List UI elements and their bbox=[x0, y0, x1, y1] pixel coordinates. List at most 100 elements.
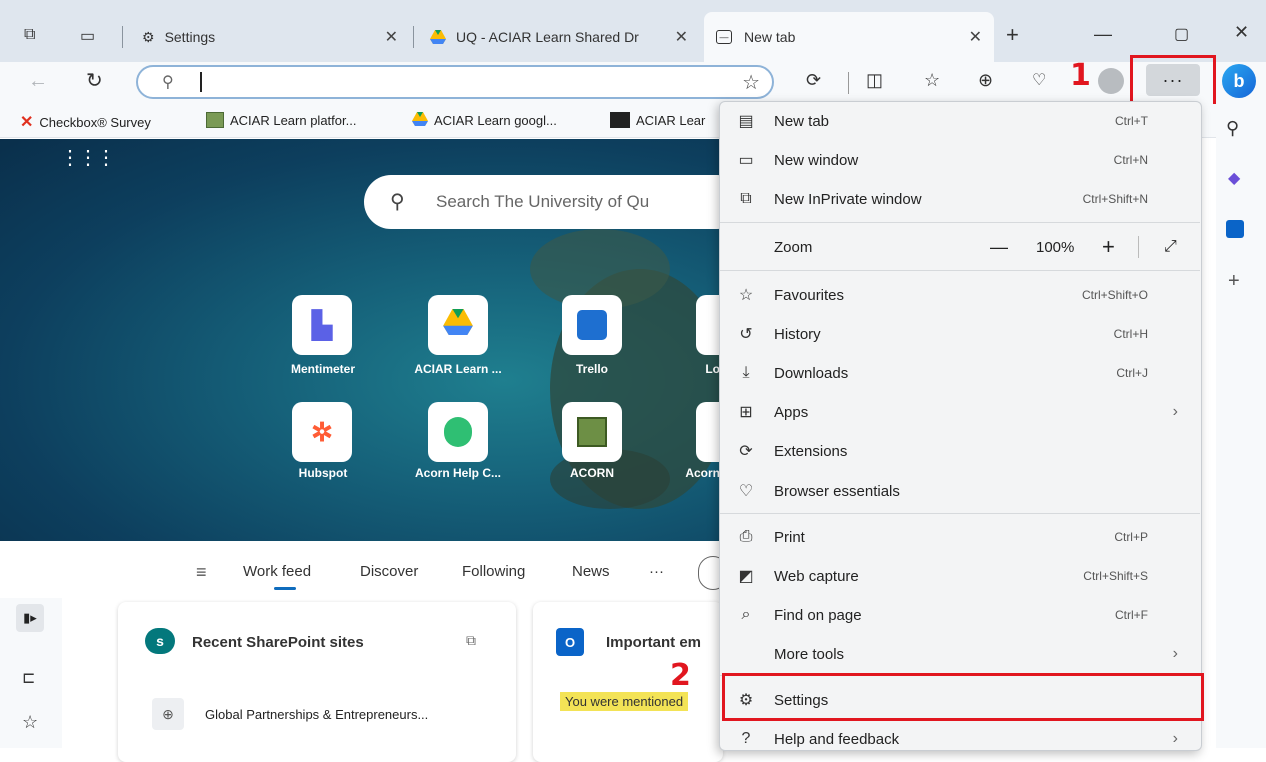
minimize-icon[interactable]: — bbox=[1094, 24, 1112, 45]
apps-launcher-icon[interactable]: ⋮⋮⋮ bbox=[60, 148, 116, 168]
favourite-aciar-learn[interactable]: ACIAR Lear bbox=[610, 112, 705, 128]
menu-label: New InPrivate window bbox=[774, 190, 922, 208]
tile-label: ACIAR Learn ... bbox=[414, 362, 502, 376]
star-icon[interactable]: ☆ bbox=[22, 712, 38, 733]
close-tab-icon[interactable]: ✕ bbox=[385, 27, 398, 47]
tile-partial[interactable] bbox=[696, 402, 720, 462]
maximize-icon[interactable]: ▢ bbox=[1174, 24, 1189, 44]
feed-tab-following[interactable]: Following bbox=[462, 563, 525, 580]
close-tab-icon[interactable]: ✕ bbox=[969, 27, 982, 47]
tile-aciar-learn[interactable] bbox=[428, 295, 488, 355]
close-tab-icon[interactable]: ✕ bbox=[675, 27, 688, 47]
google-drive-icon bbox=[412, 112, 428, 129]
menu-item-history[interactable]: ↺ History Ctrl+H bbox=[720, 315, 1200, 353]
tab-separator bbox=[413, 26, 414, 48]
feed-tab-news[interactable]: News bbox=[572, 563, 610, 580]
feed-icon[interactable]: ▮▸ bbox=[16, 604, 44, 632]
feed-tab-discover[interactable]: Discover bbox=[360, 563, 418, 580]
copilot-icon[interactable]: ◆ bbox=[1228, 168, 1240, 188]
bing-chat-icon[interactable]: b bbox=[1222, 64, 1256, 98]
tile-label: Acorn Help C... bbox=[414, 466, 501, 480]
favourite-label: ACIAR Learn googl... bbox=[434, 113, 557, 128]
favourite-checkbox-survey[interactable]: ✕ Checkbox® Survey bbox=[20, 112, 151, 132]
new-tab-plus-icon[interactable]: + bbox=[1006, 22, 1019, 48]
workspaces-icon[interactable]: ⧉ bbox=[24, 26, 35, 44]
sharepoint-card-title: Recent SharePoint sites bbox=[192, 634, 364, 651]
browser-essentials-icon[interactable]: ♡ bbox=[1032, 70, 1046, 90]
menu-item-apps[interactable]: ⊞ Apps › bbox=[720, 393, 1200, 431]
menu-item-favourites[interactable]: ☆ Favourites Ctrl+Shift+O bbox=[720, 276, 1200, 314]
tile-acorn-help[interactable] bbox=[428, 402, 488, 462]
feed-more-button[interactable]: ··· bbox=[649, 563, 664, 580]
step-2-label: 2 bbox=[670, 658, 691, 693]
favourite-aciar-platform[interactable]: ACIAR Learn platfor... bbox=[206, 112, 356, 128]
tab-drive[interactable]: UQ - ACIAR Learn Shared Dr ✕ bbox=[418, 12, 700, 62]
tile-label: Mentimeter bbox=[290, 362, 355, 376]
menu-item-web-capture[interactable]: ◩ Web capture Ctrl+Shift+S bbox=[720, 557, 1200, 595]
hamburger-icon[interactable]: ≡ bbox=[196, 562, 207, 583]
tab-title: Settings bbox=[164, 29, 216, 45]
menu-label: Extensions bbox=[774, 442, 848, 460]
extensions-icon[interactable]: ⟳ bbox=[806, 70, 821, 91]
search-icon[interactable]: ⚲ bbox=[1226, 118, 1239, 139]
fullscreen-icon[interactable]: ⤢ bbox=[1164, 238, 1177, 256]
feed-tab-work-feed[interactable]: Work feed bbox=[243, 563, 311, 580]
open-external-icon[interactable]: ⧉ bbox=[466, 632, 476, 649]
tile-label: ACORN bbox=[570, 466, 614, 480]
menu-divider bbox=[1138, 236, 1139, 258]
favourite-star-icon[interactable]: ☆ bbox=[742, 70, 760, 95]
refresh-icon[interactable]: ↻ bbox=[86, 68, 103, 93]
avatar[interactable] bbox=[1098, 68, 1124, 94]
menu-item-extensions[interactable]: ⟳ Extensions bbox=[720, 432, 1200, 470]
tab-title: New tab bbox=[744, 29, 796, 45]
newtab-search-placeholder: Search The University of Qu bbox=[436, 192, 650, 211]
menu-label: Browser essentials bbox=[774, 482, 900, 500]
menu-item-browser-essentials[interactable]: ♡ Browser essentials bbox=[720, 472, 1200, 510]
menu-item-inprivate[interactable]: ⧉ New InPrivate window Ctrl+Shift+N bbox=[720, 180, 1200, 218]
sharepoint-site-link[interactable]: Global Partnerships & Entrepreneurs... bbox=[205, 707, 428, 722]
tab-new-tab[interactable]: — New tab ✕ bbox=[704, 12, 994, 62]
menu-item-downloads[interactable]: ⤓ Downloads Ctrl+J bbox=[720, 354, 1200, 392]
address-bar[interactable]: ⚲ ☆ bbox=[136, 65, 774, 99]
zoom-in-button[interactable]: + bbox=[1102, 234, 1115, 260]
tile-acorn[interactable] bbox=[562, 402, 622, 462]
hubspot-icon: ✲ bbox=[311, 416, 333, 447]
collections-icon[interactable]: ⊕ bbox=[978, 70, 993, 91]
tile-partial[interactable] bbox=[696, 295, 720, 355]
menu-item-print[interactable]: ⎙ Print Ctrl+P bbox=[720, 518, 1200, 556]
split-screen-icon[interactable]: ◫ bbox=[866, 70, 883, 91]
sharepoint-card bbox=[118, 602, 516, 762]
back-icon[interactable]: ← bbox=[28, 70, 48, 93]
chevron-right-icon: › bbox=[1172, 730, 1178, 747]
favourites-icon: ☆ bbox=[738, 287, 754, 304]
menu-label: Help and feedback bbox=[774, 730, 900, 748]
menu-item-help-feedback[interactable]: ? Help and feedback › bbox=[720, 720, 1200, 758]
zoom-out-button[interactable]: — bbox=[990, 237, 1008, 258]
favourite-label: Checkbox® Survey bbox=[39, 114, 151, 130]
favourite-aciar-google[interactable]: ACIAR Learn googl... bbox=[412, 112, 557, 129]
tile-hubspot[interactable]: ✲ bbox=[292, 402, 352, 462]
menu-shortcut: Ctrl+H bbox=[1113, 327, 1148, 341]
folder-icon[interactable]: ⊏ bbox=[22, 668, 35, 688]
menu-divider bbox=[720, 270, 1200, 271]
favourites-icon[interactable]: ☆ bbox=[924, 70, 940, 91]
zoom-label: Zoom bbox=[774, 238, 813, 256]
heart-pulse-icon: ♡ bbox=[738, 483, 754, 500]
vertical-tabs-icon[interactable]: ▭ bbox=[80, 26, 95, 46]
address-input[interactable] bbox=[200, 72, 720, 92]
menu-item-more-tools[interactable]: More tools › bbox=[720, 635, 1200, 673]
favourite-label: ACIAR Lear bbox=[636, 112, 706, 128]
menu-item-new-window[interactable]: ▭ New window Ctrl+N bbox=[720, 141, 1200, 179]
tab-settings[interactable]: ⚙ Settings ✕ bbox=[130, 12, 410, 62]
menu-shortcut: Ctrl+J bbox=[1116, 366, 1148, 380]
tile-mentimeter[interactable]: ▙ bbox=[292, 295, 352, 355]
outlook-sidebar-icon[interactable] bbox=[1226, 220, 1244, 238]
add-sidebar-icon[interactable]: + bbox=[1228, 270, 1240, 293]
tile-trello[interactable] bbox=[562, 295, 622, 355]
newtab-search-box[interactable]: ⚲ Search The University of Qu bbox=[364, 175, 744, 229]
close-window-icon[interactable]: ✕ bbox=[1234, 22, 1249, 43]
menu-item-new-tab[interactable]: ▤ New tab Ctrl+T bbox=[720, 102, 1200, 140]
outlook-icon: O bbox=[556, 628, 584, 656]
menu-item-find-on-page[interactable]: ⌕ Find on page Ctrl+F bbox=[720, 596, 1200, 634]
more-menu-button[interactable]: ··· bbox=[1146, 64, 1200, 96]
